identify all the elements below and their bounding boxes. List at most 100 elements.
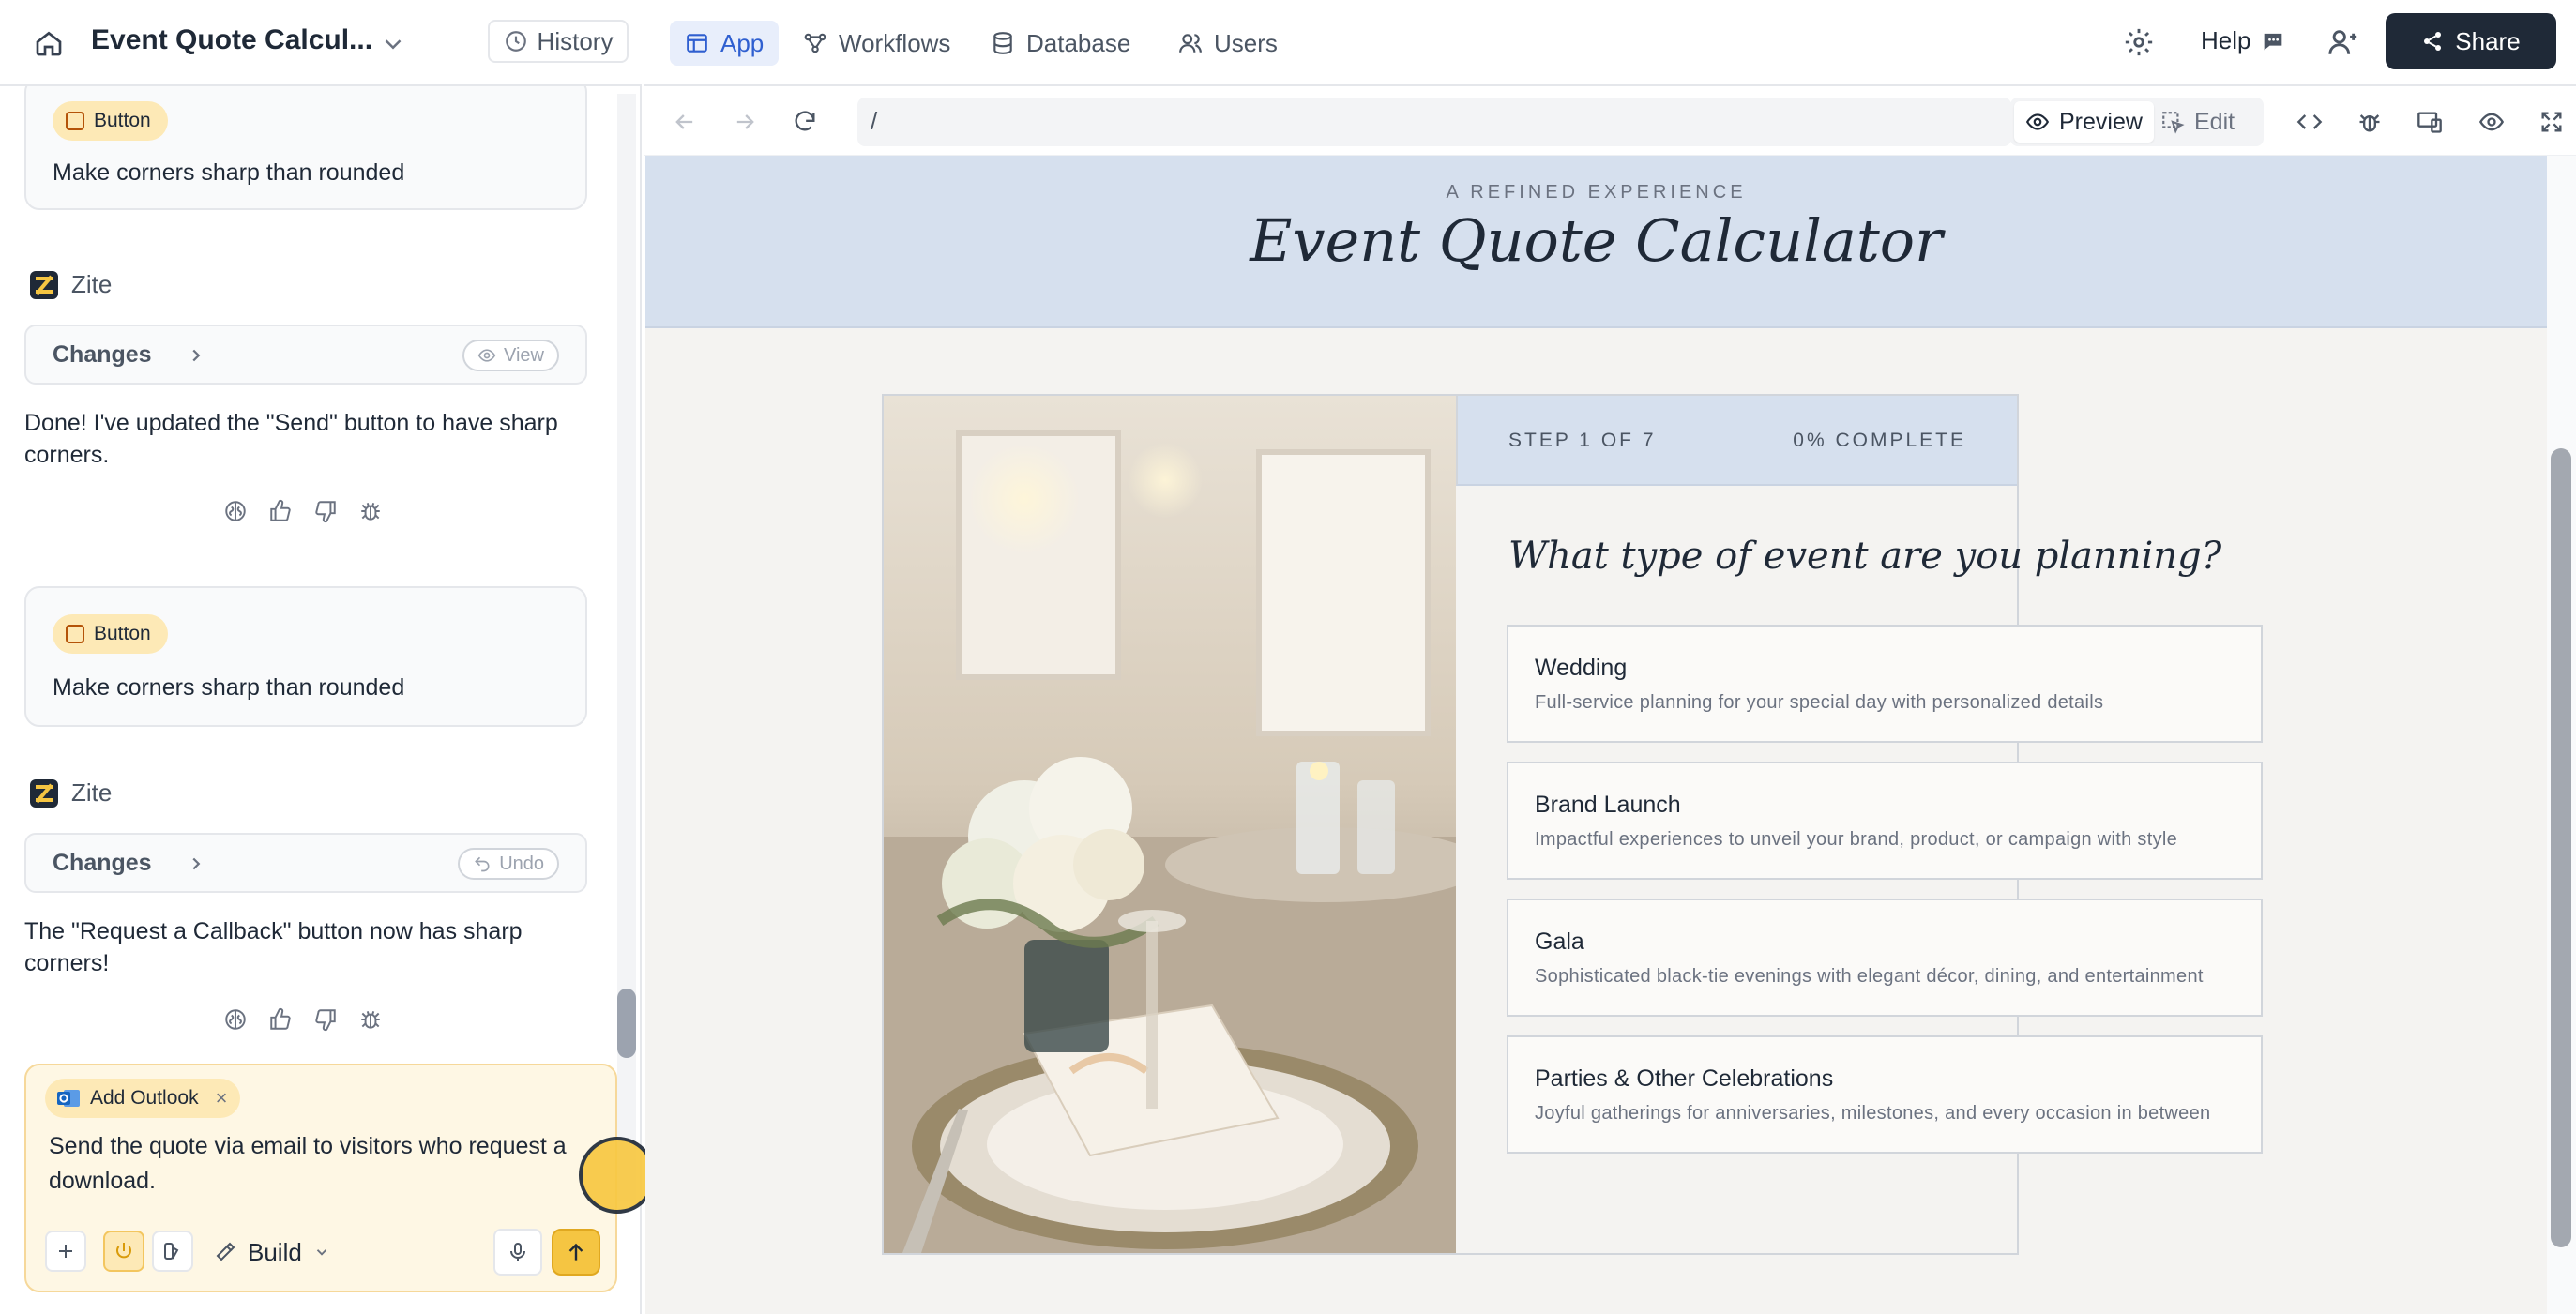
view-changes-button[interactable]: View <box>462 340 559 371</box>
power-icon <box>116 1243 131 1259</box>
option-gala[interactable]: Gala Sophisticated black-tie evenings wi… <box>1507 899 2263 1017</box>
hammer-icon <box>216 1242 235 1261</box>
event-table-photo <box>884 396 1456 1253</box>
progress-percent: 0% COMPLETE <box>1793 430 1966 451</box>
url-text[interactable]: / <box>871 107 877 136</box>
tab-label: Users <box>1214 28 1278 57</box>
edit-label: Edit <box>2194 108 2235 135</box>
url-bar[interactable] <box>857 98 2011 146</box>
assistant-name: Zite <box>71 270 113 298</box>
chat-composer[interactable]: Add Outlook × Send the quote via email t… <box>24 1064 617 1292</box>
element-chip: Button <box>53 614 168 654</box>
power-toggle-button[interactable] <box>103 1231 144 1272</box>
chevron-down-icon[interactable] <box>379 30 407 58</box>
integration-chip-label: Add Outlook <box>90 1087 199 1109</box>
tab-database[interactable]: Database <box>976 21 1145 66</box>
thumbs-down-icon[interactable] <box>313 1007 338 1032</box>
add-button[interactable] <box>45 1231 86 1272</box>
home-icon[interactable] <box>34 28 64 58</box>
option-title: Wedding <box>1535 655 1628 681</box>
bug-icon[interactable] <box>358 1007 383 1032</box>
theme-button[interactable] <box>152 1231 193 1272</box>
view-label: View <box>504 344 544 366</box>
button-element-icon <box>66 112 84 130</box>
arrow-up-icon <box>568 1243 583 1261</box>
view-mode-toggle: Preview Edit <box>2010 98 2264 146</box>
eye-icon[interactable] <box>2478 109 2505 135</box>
bug-icon[interactable] <box>2356 109 2383 135</box>
edit-mode-button[interactable]: Edit <box>2149 101 2246 143</box>
thumbs-down-icon[interactable] <box>313 499 338 523</box>
option-title: Gala <box>1535 929 1584 955</box>
option-description: Joyful gatherings for anniversaries, mil… <box>1535 1103 2211 1124</box>
thumbs-up-icon[interactable] <box>268 499 293 523</box>
assistant-label: Zite <box>30 778 112 808</box>
element-chip: Button <box>53 101 168 141</box>
app-preview: A REFINED EXPERIENCE Event Quote Calcula… <box>645 156 2547 1314</box>
undo-changes-button[interactable]: Undo <box>458 848 559 880</box>
user-message-text: Make corners sharp than rounded <box>53 159 405 186</box>
plus-icon <box>59 1245 72 1258</box>
voice-button[interactable] <box>493 1229 542 1276</box>
table-setting-illustration <box>884 396 1456 1253</box>
fullscreen-icon[interactable] <box>2538 109 2565 135</box>
changes-row[interactable]: Changes Undo <box>24 833 587 893</box>
refresh-icon[interactable] <box>792 109 818 135</box>
tab-app[interactable]: App <box>670 21 780 66</box>
message-input[interactable]: Send the quote via email to visitors who… <box>49 1129 593 1199</box>
tab-label: Database <box>1026 28 1131 57</box>
send-button[interactable] <box>552 1229 600 1276</box>
chat-scrollbar-thumb[interactable] <box>617 989 636 1058</box>
brain-icon[interactable] <box>223 1007 248 1032</box>
eye-icon <box>477 349 496 362</box>
thumbs-up-icon[interactable] <box>268 1007 293 1032</box>
app-title[interactable]: Event Quote Calcul... <box>91 24 372 56</box>
chip-label: Button <box>94 623 151 644</box>
option-title: Parties & Other Celebrations <box>1535 1065 1834 1092</box>
tab-workflows[interactable]: Workflows <box>788 21 965 66</box>
changes-row[interactable]: Changes View <box>24 325 587 385</box>
mode-select[interactable]: Build <box>214 1232 330 1272</box>
outlook-icon <box>57 1090 80 1107</box>
quote-form-card: STEP 1 OF 7 0% COMPLETE What type of eve… <box>882 394 2263 1255</box>
help-label: Help <box>2201 26 2251 54</box>
palette-icon <box>164 1243 179 1260</box>
back-arrow-icon[interactable] <box>672 109 698 135</box>
user-profile-icon[interactable] <box>2327 26 2359 58</box>
responsive-icon[interactable] <box>2417 109 2443 135</box>
select-cursor-icon <box>2162 112 2185 134</box>
history-button[interactable]: History <box>488 20 629 63</box>
chevron-down-icon <box>316 1249 326 1256</box>
preview-scrollbar-thumb[interactable] <box>2551 448 2571 1247</box>
changes-label: Changes <box>53 341 152 368</box>
option-wedding[interactable]: Wedding Full-service planning for your s… <box>1507 625 2263 743</box>
remove-chip-icon[interactable]: × <box>216 1086 228 1110</box>
option-parties[interactable]: Parties & Other Celebrations Joyful gath… <box>1507 1035 2263 1154</box>
option-brand-launch[interactable]: Brand Launch Impactful experiences to un… <box>1507 762 2263 880</box>
cursor-indicator <box>579 1137 656 1214</box>
users-icon <box>1179 34 1202 53</box>
option-description: Impactful experiences to unveil your bra… <box>1535 829 2178 850</box>
progress-header: STEP 1 OF 7 0% COMPLETE <box>1456 396 2017 486</box>
microphone-icon <box>510 1243 525 1261</box>
history-label: History <box>537 26 614 55</box>
chat-panel: Event Quote Calcul... History Button Mak… <box>0 0 656 1314</box>
assistant-name: Zite <box>71 778 113 807</box>
question-heading: What type of event are you planning? <box>1508 535 2222 578</box>
tab-users[interactable]: Users <box>1163 21 1293 66</box>
help-button[interactable]: Help <box>2201 26 2286 55</box>
gear-icon[interactable] <box>2123 26 2155 58</box>
option-description: Sophisticated black-tie evenings with el… <box>1535 966 2204 987</box>
hero-banner: A REFINED EXPERIENCE Event Quote Calcula… <box>645 156 2547 328</box>
forward-arrow-icon[interactable] <box>732 109 758 135</box>
step-indicator: STEP 1 OF 7 <box>1508 430 1657 451</box>
preview-mode-button[interactable]: Preview <box>2014 101 2154 143</box>
changes-label: Changes <box>53 850 152 876</box>
zite-logo-icon <box>30 778 58 808</box>
code-icon[interactable] <box>2296 109 2323 135</box>
undo-icon <box>475 856 490 872</box>
chip-label: Button <box>94 110 151 131</box>
share-button[interactable]: Share <box>2386 13 2556 69</box>
brain-icon[interactable] <box>223 499 248 523</box>
bug-icon[interactable] <box>358 499 383 523</box>
